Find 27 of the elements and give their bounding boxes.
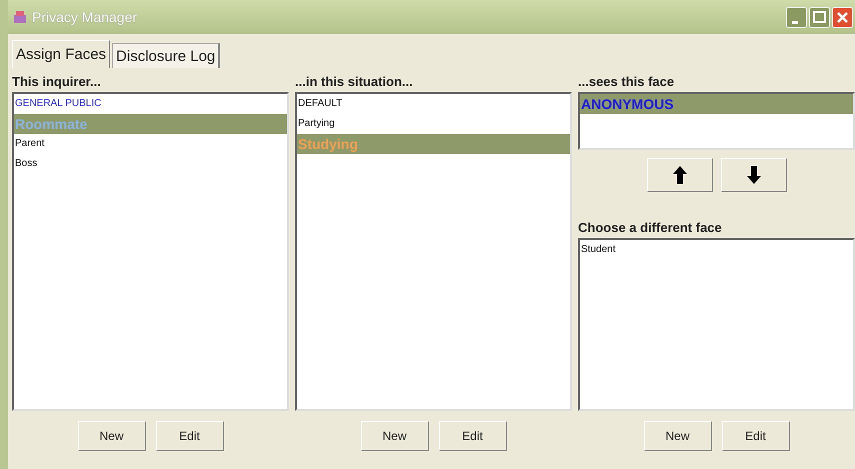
up-arrow-icon — [672, 166, 686, 184]
list-item[interactable]: Parent — [14, 134, 287, 154]
app-icon — [12, 9, 28, 25]
column-heading: ...sees this face — [578, 74, 676, 91]
move-down-button[interactable] — [720, 158, 786, 192]
minimize-icon[interactable] — [786, 6, 807, 28]
action-button[interactable]: New — [78, 421, 146, 451]
window-title: Privacy Manager — [32, 9, 138, 25]
action-button[interactable]: Edit — [722, 421, 790, 451]
list-item[interactable]: GENERAL PUBLIC — [14, 94, 287, 114]
list-item[interactable]: Partying — [297, 114, 570, 134]
maximize-icon[interactable] — [809, 6, 830, 28]
action-button[interactable]: Edit — [438, 421, 506, 451]
column-heading: Choose a different face — [578, 220, 723, 237]
tab[interactable]: Assign Faces — [12, 40, 110, 68]
down-arrow-icon — [746, 166, 760, 184]
move-up-button[interactable] — [646, 158, 712, 192]
action-button[interactable]: New — [644, 421, 712, 451]
action-button[interactable]: New — [360, 421, 428, 451]
list-item[interactable]: DEFAULT — [297, 94, 570, 114]
list-item[interactable]: Boss — [14, 154, 287, 174]
close-icon[interactable] — [832, 6, 853, 28]
column-heading: This inquirer... — [12, 74, 102, 91]
column-heading: ...in this situation... — [295, 74, 414, 91]
list-item[interactable]: Student — [580, 240, 853, 260]
tab[interactable]: Disclosure Log — [112, 43, 220, 68]
action-button[interactable]: Edit — [156, 421, 224, 451]
